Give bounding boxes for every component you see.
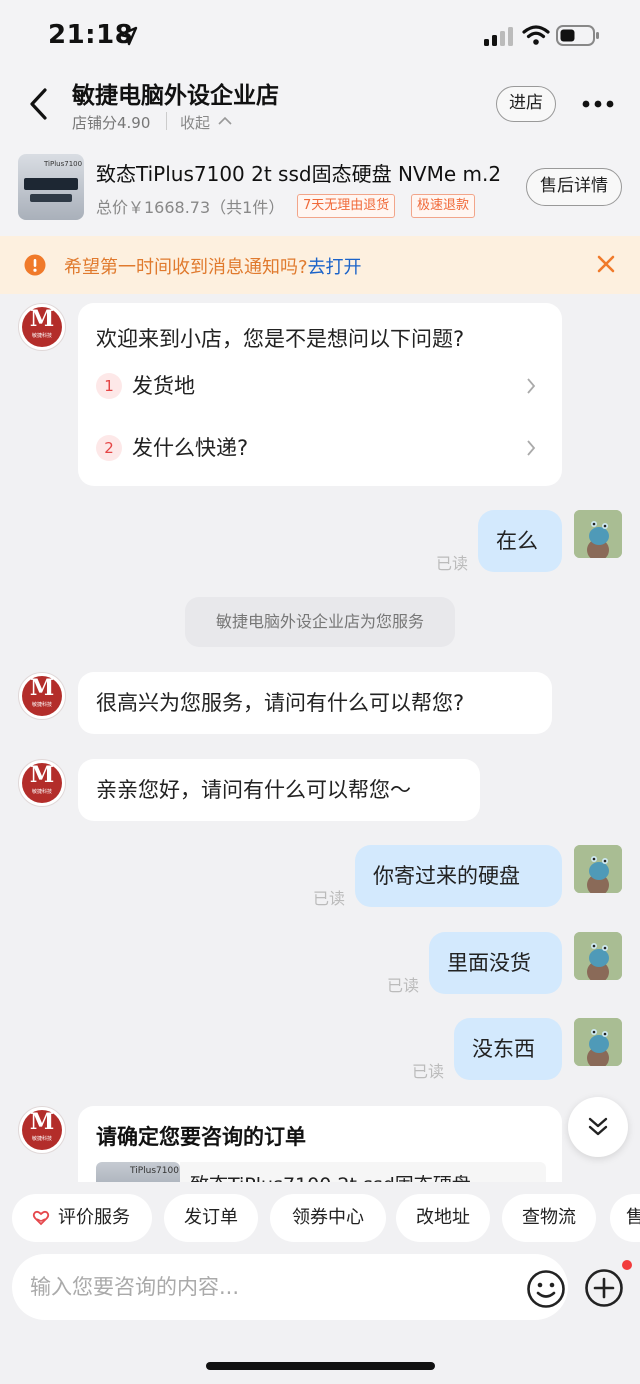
- plus-circle-icon[interactable]: [584, 1268, 624, 1308]
- user-avatar-image: [574, 932, 622, 980]
- shop-avatar[interactable]: M 敏捷科技: [18, 303, 66, 351]
- order-card-title: 请确定您要咨询的订单: [96, 1125, 306, 1149]
- faq-number: 2: [96, 435, 122, 461]
- message-input[interactable]: [30, 1266, 490, 1308]
- enter-store-button[interactable]: 进店: [496, 86, 556, 122]
- faq-card: 欢迎来到小店，您是不是想问以下问题? 1 发货地 2 发什么快递?: [78, 303, 562, 486]
- rate-service-label: 评价服务: [58, 1207, 130, 1228]
- battery-icon: [556, 25, 599, 46]
- shop-message-bubble[interactable]: 很高兴为您服务，请问有什么可以帮您?: [78, 672, 552, 734]
- product-title[interactable]: 致态TiPlus7100 2t ssd固态硬盘 NVMe m.2: [96, 158, 508, 187]
- signal-icon: [484, 27, 513, 46]
- user-avatar[interactable]: [574, 932, 622, 980]
- product-bar[interactable]: TiPlus7100 致态TiPlus7100 2t ssd固态硬盘 NVMe …: [0, 144, 640, 236]
- shop-avatar[interactable]: M 敏捷科技: [18, 672, 66, 720]
- faq-text: 发什么快递?: [132, 436, 249, 460]
- more-icon[interactable]: [582, 100, 614, 108]
- faq-title: 欢迎来到小店，您是不是想问以下问题?: [96, 327, 465, 351]
- shop-logo-letter: M: [29, 306, 55, 332]
- shop-avatar[interactable]: M 敏捷科技: [18, 1106, 66, 1154]
- chat-header: 敏捷电脑外设企业店 店铺分4.90 收起 进店: [0, 64, 640, 144]
- order-select-card[interactable]: 请确定您要咨询的订单 TiPlus7100 致态TiPlus7100 2t ss…: [78, 1106, 562, 1184]
- shop-message-bubble[interactable]: 亲亲您好，请问有什么可以帮您～: [78, 759, 480, 821]
- change-address-chip[interactable]: 改地址: [396, 1194, 490, 1242]
- collapse-label[interactable]: 收起: [180, 112, 210, 133]
- shop-avatar[interactable]: M 敏捷科技: [18, 759, 66, 807]
- shop-logo-caption: 敏捷科技: [31, 1136, 52, 1142]
- home-indicator: [206, 1362, 435, 1370]
- input-bar: [0, 1252, 640, 1384]
- system-message: 敏捷电脑外设企业店为您服务: [185, 597, 455, 647]
- shop-logo-letter: M: [29, 675, 55, 701]
- heart-hand-icon: [32, 1210, 50, 1226]
- send-order-chip[interactable]: 发订单: [164, 1194, 258, 1242]
- product-thumbnail[interactable]: TiPlus7100: [18, 154, 84, 220]
- user-avatar-image: [574, 845, 622, 893]
- faq-text: 发货地: [132, 374, 195, 398]
- quick-actions-bar: 评价服务 发订单 领券中心 改地址 查物流 售: [0, 1182, 640, 1252]
- shop-logo-caption: 敏捷科技: [31, 789, 52, 795]
- shop-score: 店铺分4.90: [72, 114, 151, 132]
- notification-message: 希望第一时间收到消息通知吗?: [64, 257, 308, 278]
- user-message-bubble[interactable]: 没东西: [454, 1018, 562, 1080]
- enable-notification-link[interactable]: 去打开: [308, 257, 362, 278]
- user-avatar[interactable]: [574, 845, 622, 893]
- notification-banner: 希望第一时间收到消息通知吗?去打开: [0, 236, 640, 294]
- user-avatar[interactable]: [574, 510, 622, 558]
- faq-item[interactable]: 1 发货地: [96, 367, 546, 407]
- after-sale-details-button[interactable]: 售后详情: [526, 168, 622, 206]
- faq-number: 1: [96, 373, 122, 399]
- product-thumb-label: TiPlus7100: [44, 160, 83, 168]
- message-input-box[interactable]: [12, 1254, 568, 1320]
- product-price: 总价￥1668.73（共1件）: [96, 198, 285, 217]
- ssd-image-shadow: [30, 194, 72, 202]
- back-icon[interactable]: [26, 84, 52, 124]
- return-policy-tag: 7天无理由退货: [297, 194, 396, 218]
- coupon-center-chip[interactable]: 领券中心: [270, 1194, 386, 1242]
- shop-name[interactable]: 敏捷电脑外设企业店: [72, 76, 279, 110]
- close-icon[interactable]: [596, 254, 616, 274]
- status-bar: 21:18: [0, 0, 640, 64]
- read-status: 已读: [313, 889, 346, 908]
- shop-logo-letter: M: [29, 1109, 55, 1135]
- ssd-image: [24, 178, 78, 190]
- user-message-bubble[interactable]: 你寄过来的硬盘: [355, 845, 562, 907]
- track-logistics-chip[interactable]: 查物流: [502, 1194, 596, 1242]
- user-avatar-image: [574, 1018, 622, 1066]
- user-avatar[interactable]: [574, 1018, 622, 1066]
- notification-dot: [622, 1260, 632, 1270]
- fast-refund-tag: 极速退款: [411, 194, 476, 218]
- user-message-bubble[interactable]: 在么: [478, 510, 562, 572]
- wifi-icon: [522, 25, 550, 45]
- after-sale-chip[interactable]: 售: [610, 1194, 640, 1242]
- shop-logo-letter: M: [29, 762, 55, 788]
- shop-logo-caption: 敏捷科技: [31, 333, 52, 339]
- read-status: 已读: [412, 1062, 445, 1081]
- warning-icon: [24, 254, 46, 276]
- rate-service-chip[interactable]: 评价服务: [12, 1194, 152, 1242]
- location-arrow-icon: [118, 26, 138, 46]
- user-avatar-image: [574, 510, 622, 558]
- order-product-thumbnail: TiPlus7100: [96, 1162, 180, 1184]
- read-status: 已读: [436, 554, 469, 573]
- notification-text: 希望第一时间收到消息通知吗?去打开: [64, 253, 362, 279]
- chevron-right-icon: [527, 378, 536, 394]
- header-divider: [166, 112, 167, 130]
- shop-logo-caption: 敏捷科技: [31, 702, 52, 708]
- emoji-icon[interactable]: [526, 1269, 566, 1309]
- faq-item[interactable]: 2 发什么快递?: [96, 429, 546, 469]
- chevron-right-icon: [527, 440, 536, 456]
- user-message-bubble[interactable]: 里面没货: [429, 932, 562, 994]
- read-status: 已读: [387, 976, 420, 995]
- double-chevron-down-icon: [588, 1117, 608, 1136]
- order-thumb-label: TiPlus7100: [130, 1166, 179, 1176]
- chevron-up-icon[interactable]: [218, 116, 232, 126]
- scroll-to-bottom-button[interactable]: [568, 1097, 628, 1157]
